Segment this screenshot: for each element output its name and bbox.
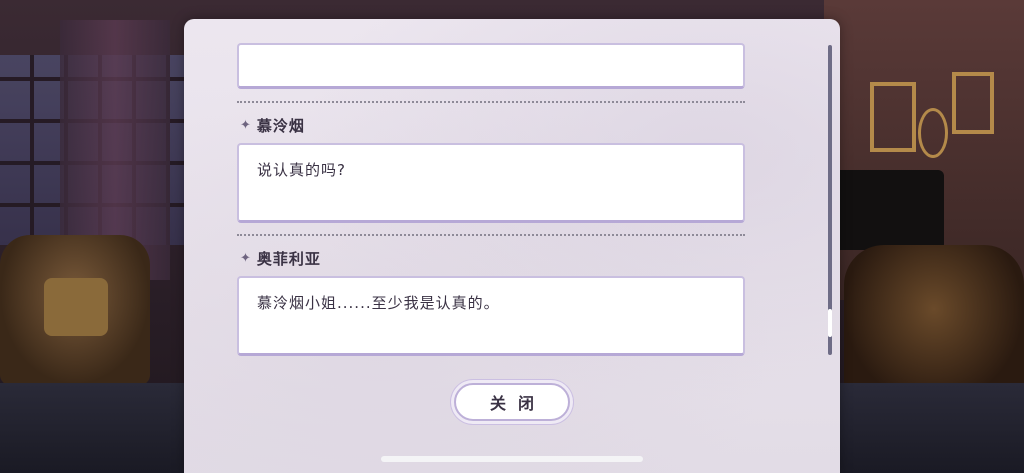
entry-divider (237, 234, 745, 236)
background-mirror (918, 108, 948, 158)
speaker-name: 奥菲利亚 (256, 250, 321, 268)
dialog-entry-box (237, 43, 745, 89)
dialog-entry-text: 慕泠烟小姐......至少我是认真的。 (257, 294, 500, 312)
dialog-entry-speaker: ✦ 慕泠烟 (240, 115, 305, 136)
sparkle-icon: ✦ (240, 118, 251, 133)
dialog-entry-speaker: ✦ 奥菲利亚 (240, 248, 321, 269)
home-indicator[interactable] (381, 456, 643, 462)
background-armchair-right (844, 245, 1024, 405)
background-picture-frame (952, 72, 994, 134)
scrollbar-thumb[interactable] (828, 309, 832, 337)
dialog-entry-text: 说认真的吗? (257, 161, 346, 179)
entry-divider (237, 101, 745, 103)
sparkle-icon: ✦ (240, 251, 251, 266)
dialog-entry-box: 说认真的吗? (237, 143, 745, 223)
background-pillow (44, 278, 108, 336)
background-picture-frame (870, 82, 916, 152)
speaker-name: 慕泠烟 (256, 117, 305, 135)
dialog-log-panel: ✦ 慕泠烟 说认真的吗? ✦ 奥菲利亚 慕泠烟小姐......至少我是认真的。 … (184, 19, 840, 473)
dialog-entry-box: 慕泠烟小姐......至少我是认真的。 (237, 276, 745, 356)
background-piano (834, 170, 944, 250)
close-button-label: 关闭 (489, 394, 546, 413)
close-button[interactable]: 关闭 (454, 383, 570, 421)
